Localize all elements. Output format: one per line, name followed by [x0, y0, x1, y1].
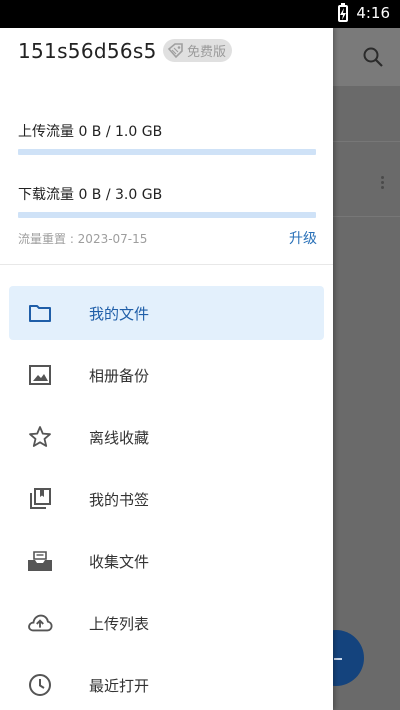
menu-item-collect-files[interactable]: 收集文件 — [9, 534, 324, 588]
clock-icon — [27, 673, 53, 697]
upload-quota-label: 上传流量 0 B / 1.0 GB — [18, 124, 163, 140]
menu-label: 收集文件 — [89, 553, 150, 571]
status-time: 4:16 — [356, 4, 390, 22]
menu-label: 我的文件 — [89, 305, 150, 323]
menu-label: 离线收藏 — [89, 429, 150, 447]
plan-badge: 免费版 — [163, 39, 233, 62]
image-icon — [27, 363, 53, 387]
folder-icon — [27, 301, 53, 325]
search-icon[interactable] — [362, 46, 384, 72]
download-quota-label: 下载流量 0 B / 3.0 GB — [18, 187, 163, 203]
upgrade-link[interactable]: 升级 — [289, 228, 317, 248]
cloud-upload-icon — [27, 611, 53, 635]
inbox-icon — [27, 549, 53, 573]
menu-item-upload-list[interactable]: 上传列表 — [9, 596, 324, 650]
menu-item-bookmarks[interactable]: 我的书签 — [9, 472, 324, 526]
menu-item-offline-favorites[interactable]: 离线收藏 — [9, 410, 324, 464]
bookmark-icon — [27, 487, 53, 511]
upload-quota-bar — [18, 149, 316, 155]
star-icon — [27, 425, 53, 449]
menu-item-recently-opened[interactable]: 最近打开 — [9, 658, 324, 710]
menu-label: 相册备份 — [89, 367, 150, 385]
menu-item-my-files[interactable]: 我的文件 — [9, 286, 324, 340]
username: 151s56d56s5 — [18, 39, 157, 63]
navigation-drawer: 151s56d56s5 免费版 上传流量 0 B / 1.0 GB 下载流量 0… — [0, 28, 333, 710]
quota-reset-date: 流量重置 : 2023-07-15 — [18, 232, 148, 246]
more-vert-icon[interactable] — [381, 174, 384, 191]
menu-label: 我的书签 — [89, 491, 150, 509]
menu-label: 最近打开 — [89, 677, 150, 695]
tag-icon — [167, 42, 183, 58]
status-bar: 4:16 — [0, 0, 400, 28]
divider — [0, 264, 333, 265]
battery-charging-icon — [338, 2, 349, 22]
plan-badge-label: 免费版 — [187, 45, 227, 60]
menu-label: 上传列表 — [89, 615, 150, 633]
download-quota-bar — [18, 212, 316, 218]
menu-item-photo-backup[interactable]: 相册备份 — [9, 348, 324, 402]
